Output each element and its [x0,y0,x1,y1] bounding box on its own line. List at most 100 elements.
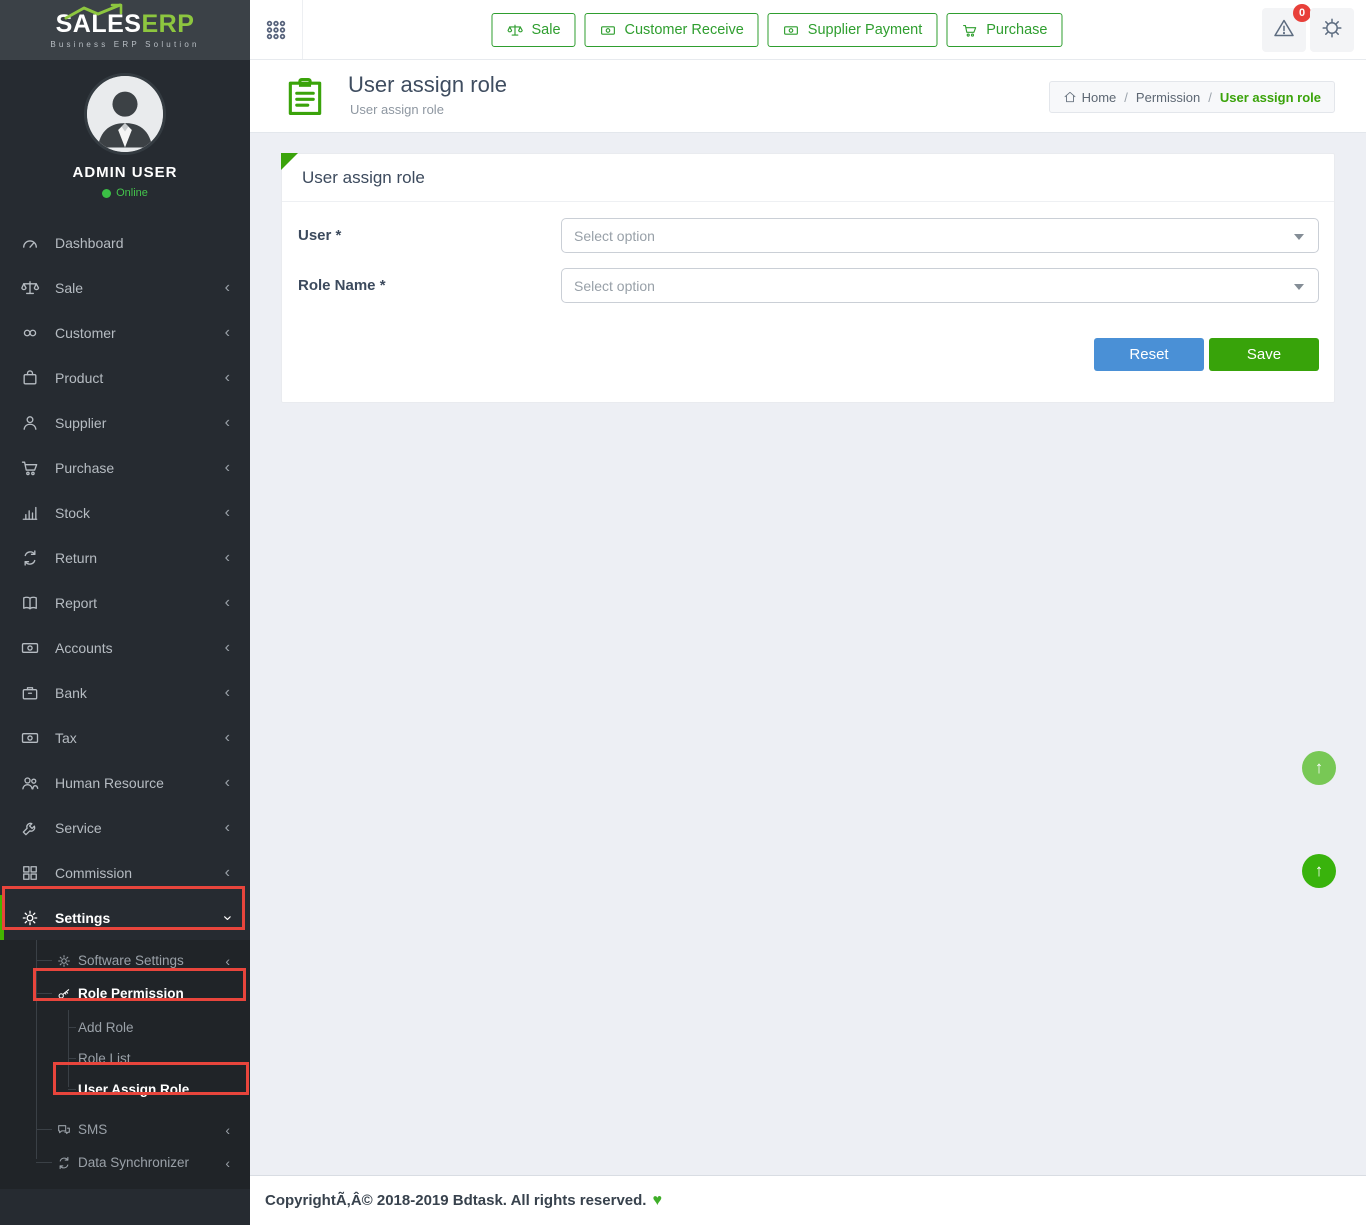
card-body: User *Select optionRole Name *Select opt… [282,202,1334,371]
role-name-select[interactable]: Select option [561,268,1319,303]
sidebar-item-tax[interactable]: Tax ‹ [0,715,250,760]
submenu-item-user-assign-role[interactable]: User Assign Role [0,1074,250,1105]
quick-button-label: Customer Receive [625,22,744,38]
sidebar-item-commission[interactable]: Commission ‹ [0,850,250,895]
person-icon [20,413,40,433]
page-title: User assign role [348,72,507,98]
sidebar-item-label: Tax [55,730,77,746]
footer: CopyrightÃ‚Â© 2018-2019 Bdtask. All righ… [250,1175,1366,1225]
sidebar-item-return[interactable]: Return‹ [0,535,250,580]
scroll-top-button[interactable]: ↑ [1302,751,1336,785]
breadcrumb-separator: / [1124,90,1128,105]
reset-button[interactable]: Reset [1094,338,1204,371]
logo-text-accent: ERP [141,10,194,38]
chevron-left-icon: ‹ [225,640,230,656]
button-row: ResetSave [298,338,1319,371]
sidebar-item-report[interactable]: Report‹ [0,580,250,625]
scroll-top-button[interactable]: ↑ [1302,854,1336,888]
book-icon [20,593,40,613]
user-select[interactable]: Select option [561,218,1319,253]
briefcase-icon [20,683,40,703]
chevron-left-icon: ‹ [225,730,230,746]
sidebar-item-purchase[interactable]: Purchase‹ [0,445,250,490]
chevron-left-icon: ‹ [225,1155,230,1171]
quick-actions: Sale Customer Receive Supplier Payment Purc… [491,13,1062,47]
brand-logo[interactable]: SALESERP Business ERP Solution [0,0,250,60]
quick-button-customer-receive[interactable]: Customer Receive [585,13,759,47]
breadcrumb-item-home[interactable]: Home [1063,90,1117,105]
breadcrumb-label: Permission [1136,90,1200,105]
submenu-item-label: Add Role [78,1020,134,1035]
submenu-item-label: Role List [78,1051,131,1066]
notifications-button[interactable]: 0 [1262,8,1306,52]
page-header: User assign role User assign role Home/P… [250,60,1366,133]
save-button[interactable]: Save [1209,338,1319,371]
field-label: User * [298,227,561,244]
chevron-left-icon: ‹ [225,685,230,701]
submenu-item-sms[interactable]: SMS‹ [0,1113,250,1146]
sidebar-item-human-resource[interactable]: Human Resource‹ [0,760,250,805]
sidebar-item-customer[interactable]: Customer‹ [0,310,250,355]
submenu-item-label: User Assign Role [78,1082,189,1097]
quick-button-label: Purchase [986,22,1047,38]
logo-tagline: Business ERP Solution [50,40,199,49]
sidebar-item-bank[interactable]: Bank ‹ [0,670,250,715]
form-row: Role Name *Select option [298,268,1319,303]
quick-button-label: Sale [531,22,560,38]
copyright-text: CopyrightÃ‚Â© 2018-2019 Bdtask. All righ… [265,1192,646,1209]
chevron-left-icon: ‹ [225,865,230,881]
quick-button-sale[interactable]: Sale [491,13,575,47]
submenu-item-data-synchronizer[interactable]: Data Synchronizer‹ [0,1146,250,1179]
main-area: Sale Customer Receive Supplier Payment Purc… [250,0,1366,1225]
chevron-down-icon: ‹ [219,915,235,920]
quick-button-purchase[interactable]: Purchase [946,13,1062,47]
breadcrumb-item-permission[interactable]: Permission [1136,90,1200,105]
sidebar-item-supplier[interactable]: Supplier‹ [0,400,250,445]
breadcrumb-separator: / [1208,90,1212,105]
chevron-left-icon: ‹ [225,820,230,836]
sync-icon [56,1155,72,1171]
user-profile: ADMIN USER Online [0,60,250,199]
submenu-item-software-settings[interactable]: Software Settings‹ [0,944,250,977]
chevron-left-icon: ‹ [225,505,230,521]
sidebar-item-label: Customer [55,325,116,341]
key-icon [56,986,72,1002]
submenu-item-add-role[interactable]: Add Role [0,1012,250,1043]
submenu-item-label: Software Settings [78,953,184,968]
profile-name: ADMIN USER [0,164,250,181]
settings-button[interactable] [1310,8,1354,52]
scale-icon [506,22,523,39]
apps-grid-icon[interactable] [250,0,303,59]
sidebar-item-label: Stock [55,505,90,521]
clipboard-icon [283,74,327,118]
select-placeholder: Select option [574,278,655,294]
sidebar-item-label: Commission [55,865,132,881]
warning-triangle-icon [1272,16,1296,45]
sidebar-item-service[interactable]: Service‹ [0,805,250,850]
sidebar-item-dashboard[interactable]: Dashboard [0,220,250,265]
quick-button-supplier-payment[interactable]: Supplier Payment [768,13,937,47]
tools-icon [20,818,40,838]
notification-badge: 0 [1293,4,1311,22]
sidebar-item-accounts[interactable]: Accounts‹ [0,625,250,670]
sidebar-item-label: Bank [55,685,87,701]
banknote-icon [20,728,40,748]
user-assign-role-card: User assign role User *Select optionRole… [281,153,1335,403]
grid-icon [20,863,40,883]
sidebar-item-label: Human Resource [55,775,164,791]
home-icon [1063,90,1077,104]
bar-chart-icon [20,503,40,523]
sidebar-item-sale[interactable]: Sale‹ [0,265,250,310]
sidebar-item-product[interactable]: Product‹ [0,355,250,400]
submenu-item-role-permission[interactable]: Role Permission [0,977,250,1010]
sidebar-item-settings[interactable]: Settings‹ [0,895,250,940]
topbar: Sale Customer Receive Supplier Payment Purc… [250,0,1366,60]
scale-icon [20,278,40,298]
sidebar-item-stock[interactable]: Stock ‹ [0,490,250,535]
cart-icon [961,22,978,39]
chat-icon [56,1122,72,1138]
sidebar-item-label: Report [55,595,97,611]
chevron-left-icon: ‹ [225,550,230,566]
banknote-icon [600,22,617,39]
submenu-item-role-list[interactable]: Role List [0,1043,250,1074]
